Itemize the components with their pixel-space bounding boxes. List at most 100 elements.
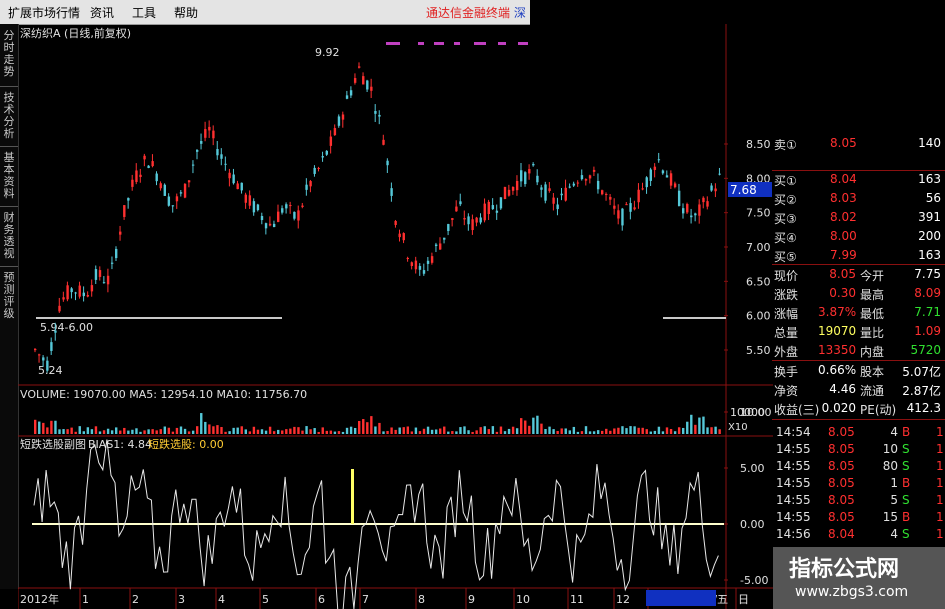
candle-body (641, 188, 644, 190)
candle-body (617, 210, 620, 219)
tab-technical[interactable]: 技术分析 (1, 92, 17, 140)
menu-news[interactable]: 资讯 (90, 4, 114, 21)
tick-volume: 4 (890, 527, 898, 541)
volume-bar (418, 431, 422, 434)
volume-bar (313, 428, 316, 434)
tick-flag: S (902, 442, 910, 456)
volume-bar (353, 427, 357, 434)
candle-body (362, 76, 365, 85)
candle-body (349, 90, 353, 96)
volume-bar (499, 426, 503, 434)
candle-body (252, 201, 256, 213)
date-tick-label: 5 (262, 593, 269, 606)
volume-bar (487, 429, 490, 434)
tab-financials[interactable]: 财务透视 (1, 212, 17, 260)
volume-bar (167, 427, 171, 434)
candle-body (677, 190, 681, 206)
candle-body (353, 78, 357, 83)
buy-row[interactable]: 买⑤ 7.99 163 (772, 246, 945, 265)
volume-bar (196, 426, 199, 434)
candle-body (584, 179, 588, 181)
field-row: 外盘 13350 内盘 5720 (774, 343, 941, 359)
low-price-label: 5.24 (38, 364, 63, 377)
tick-row[interactable]: 14:55 8.05 80 S 1 (772, 458, 945, 475)
tick-price: 8.05 (828, 442, 855, 456)
tick-row[interactable]: 14:55 8.05 15 B 1 (772, 509, 945, 526)
volume-bar (540, 423, 543, 434)
stock-title: 深纺织A (日线,前复权) (20, 26, 131, 40)
volume-bar (321, 427, 324, 434)
tick-row[interactable]: 14:55 8.05 1 B 1 (772, 475, 945, 492)
candle-body (459, 201, 462, 205)
volume-bar (115, 427, 118, 434)
candle-body (248, 195, 252, 206)
volume-bar (70, 427, 73, 434)
tab-intraday[interactable]: 分时走势 (1, 30, 17, 78)
volume-bar (358, 420, 361, 434)
volume-bar (479, 427, 482, 434)
volume-bar (633, 426, 636, 434)
watermark-url: www.zbgs3.com (795, 584, 909, 600)
candle-body (495, 210, 499, 213)
volume-bar (702, 416, 705, 434)
sell-row[interactable]: 卖① 8.05 140 (772, 134, 945, 153)
volume-bar (382, 431, 385, 434)
volume-bar (94, 426, 98, 434)
tick-row[interactable]: 14:54 8.05 4 B 1 (772, 424, 945, 441)
volume-bar (677, 427, 681, 434)
candle-body (439, 243, 442, 250)
volume-bar (66, 429, 69, 434)
menu-extended-market[interactable]: 扩展市场行情 (8, 4, 80, 21)
volume-bar (641, 427, 644, 434)
volume-bar (609, 430, 612, 434)
volume-bar (366, 422, 369, 434)
buy-row[interactable]: 买② 8.03 56 (772, 189, 945, 208)
tab-fundamentals[interactable]: 基本资料 (1, 152, 17, 200)
buy-row[interactable]: 买④ 8.00 200 (772, 227, 945, 246)
candle-body (402, 233, 405, 241)
candle-body (673, 183, 677, 188)
candle-body (46, 360, 49, 371)
tick-flag: B (902, 425, 911, 439)
tick-row[interactable]: 14:56 8.04 4 S 1 (772, 526, 945, 543)
candle-body (370, 86, 373, 91)
volume-bar (536, 415, 539, 434)
date-tick-label: 8 (418, 593, 425, 606)
volume-bar (580, 431, 584, 434)
price-tick-label: 7.00 (746, 241, 771, 254)
candle-body (430, 256, 434, 263)
tick-row[interactable]: 14:55 8.05 10 S 1 (772, 441, 945, 458)
buy-row[interactable]: 买③ 8.02 391 (772, 208, 945, 227)
volume-bar (528, 425, 531, 434)
candle-body (394, 220, 397, 225)
tick-volume: 5 (890, 493, 898, 507)
volume-bar (175, 427, 179, 434)
volume-bar (38, 421, 41, 434)
tab-ratings[interactable]: 预测评级 (1, 272, 17, 320)
kline-chart-area[interactable]: 深纺织A (日线,前复权) 9.92 5.24 5.94-6.00 8.508.… (18, 24, 773, 609)
indicator-name: 短跌选股副图 (20, 437, 86, 451)
candle-body (568, 186, 571, 188)
volume-bar (426, 426, 430, 434)
volume-bar (422, 428, 426, 434)
volume-bar (686, 421, 689, 434)
tick-row[interactable]: 14:55 8.05 5 S 1 (772, 492, 945, 509)
candle-body (398, 233, 401, 238)
candle-body (601, 190, 604, 195)
date-tick-label: 12 (616, 593, 630, 606)
volume-bar (467, 430, 470, 434)
tab-divider (0, 86, 18, 87)
candle-body (167, 196, 171, 206)
candle-body (528, 169, 531, 174)
candle-body (208, 126, 211, 131)
buy-row[interactable]: 买① 8.04 163 (772, 170, 945, 189)
tick-volume: 4 (890, 425, 898, 439)
candle-body (240, 182, 243, 191)
volume-bar (301, 430, 304, 434)
volume-bar (439, 428, 442, 434)
menu-tools[interactable]: 工具 (132, 4, 156, 21)
volume-bar (657, 426, 661, 434)
menu-help[interactable]: 帮助 (174, 4, 198, 21)
date-tick-label: 11 (570, 593, 584, 606)
volume-bar (682, 427, 685, 434)
